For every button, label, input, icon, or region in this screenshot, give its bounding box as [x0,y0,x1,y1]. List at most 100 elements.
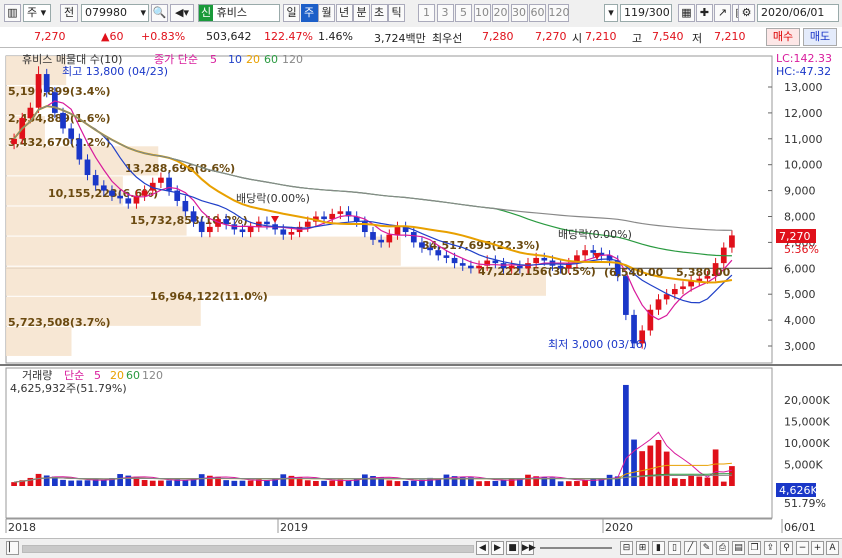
chart-area[interactable]: 5,199,899(3.4%)2,454,889(1.6%)3,432,670(… [0,48,842,538]
chart-type-select[interactable]: 주 ▾ [23,4,51,22]
copy-icon[interactable]: ❐ [748,541,761,555]
chevron-down-icon: ▾ [140,6,146,19]
sell-button[interactable]: 매도 [803,28,837,46]
volume-bar [394,481,401,486]
table-icon[interactable]: ▤ [732,541,745,555]
interval-3-button[interactable]: 3 [436,4,454,22]
plus-icon[interactable]: + [811,541,824,555]
price-tick-label: 5,000 [784,288,816,301]
profile-label: 16,964,122(11.0%) [150,290,268,303]
interval-1-button[interactable]: 1 [418,4,435,22]
volume-tick-label: 20,000K [784,394,830,407]
sound-icon[interactable]: ◀▾ [170,4,194,22]
volume-bar [149,480,156,486]
buy-button[interactable]: 매수 [766,28,800,46]
price-axis: 13,00012,00011,00010,0009,0008,0007,0006… [784,81,823,353]
play-back-button[interactable]: ▶ [491,541,504,555]
zoom-out-icon[interactable]: ⊟ [620,541,633,555]
settings-icon[interactable]: ⚙ [738,4,755,22]
text-size-icon[interactable]: A [826,541,839,555]
candle-body [443,255,450,258]
low-label: 저 [692,32,703,45]
crosshair-icon[interactable]: ✚ [696,4,713,22]
volume-bar [410,480,417,486]
line-icon[interactable]: ╱ [684,541,697,555]
volume-bar [100,480,107,486]
scrollbar[interactable] [22,545,474,553]
find-icon[interactable]: ⚲ [780,541,793,555]
candle-body [729,235,735,248]
draw-icon[interactable]: ✎ [700,541,713,555]
zoom-slider[interactable] [540,547,612,549]
date-field[interactable]: 2020/06/01 [757,4,839,22]
interval-60-button[interactable]: 60 [529,4,546,22]
volume-legend-ma-5: 5 [94,369,101,382]
candle-body [280,229,287,235]
volume-bar [663,451,670,486]
print-icon[interactable]: ⎙ [716,541,729,555]
fast-forward-button[interactable]: ▶▶ [521,541,536,555]
trend-icon[interactable]: ↗ [714,4,731,22]
minus-icon[interactable]: − [796,541,809,555]
stock-code-input[interactable]: 079980 ▾ [81,4,149,22]
period-5-button[interactable]: 초 [370,4,388,22]
search-icon[interactable]: 🔍 [151,4,168,22]
period-6-button[interactable]: 틱 [388,4,405,22]
interval-30-button[interactable]: 30 [510,4,528,22]
period-2-button[interactable]: 월 [318,4,335,22]
volume-bar [557,481,564,486]
candle-body [394,226,401,235]
candle-body [247,226,254,233]
interval-10-button[interactable]: 10 [473,4,491,22]
menu-icon[interactable]: ▥ [4,4,21,22]
scrollbar-thumb[interactable] [23,546,473,552]
date-value: 2020/06/01 [761,6,825,19]
candle-body [158,177,164,183]
interval-20-button[interactable]: 20 [492,4,509,22]
fit-icon[interactable]: ⊞ [636,541,649,555]
interval-120-button[interactable]: 120 [547,4,570,22]
candle-body [182,200,189,212]
volume-bar [313,480,319,486]
prev-button[interactable]: 전 [60,4,78,22]
candle-body [206,226,213,233]
candle-body [76,138,83,160]
candle-body [84,159,91,176]
candle-body [141,190,148,196]
best-quote-label: 최우선 [432,32,463,45]
period-1-button[interactable]: 주 [300,4,318,22]
volume-bar [166,480,172,486]
x-tick-label: 2020 [605,521,633,534]
dividend-note-2: 배당락(0.00%) [558,228,632,241]
candle-body [60,112,66,129]
grid-icon[interactable]: ▦ [678,4,695,22]
high-label: 고 [632,32,643,45]
volume-bar [11,482,17,486]
price-tick-label: 10,000 [784,159,823,172]
price-legend-ma-label: 종가 단순 [154,53,198,66]
candle-icon[interactable]: ▮ [652,541,665,555]
period-0-button[interactable]: 일 [283,4,300,22]
price-tick-label: 11,000 [784,133,823,146]
stop-button[interactable]: ■ [506,541,519,555]
candle-body [557,265,564,269]
count-field[interactable]: 119/300 [620,4,672,22]
candle-body [288,232,295,235]
stock-name-field[interactable]: 신 휴비스 [198,4,280,22]
scroll-left-edge[interactable]: ▏ [6,541,19,555]
volume-bar [361,474,368,486]
x-tick-label: 2018 [8,521,36,534]
count-chevron-icon[interactable]: ▾ [604,4,618,22]
period-4-button[interactable]: 분 [353,4,370,22]
price-legend-ma-10: 10 [228,53,242,66]
period-3-button[interactable]: 년 [335,4,353,22]
volume-legend-ma-120: 120 [142,369,163,382]
price-tick-label: 6,000 [784,262,816,275]
bar-icon[interactable]: ▯ [668,541,681,555]
export-icon[interactable]: ⇪ [764,541,777,555]
rewind-button[interactable]: ◀ [476,541,489,555]
volume-legend-name: 거래량 [22,369,52,382]
interval-5-button[interactable]: 5 [455,4,472,22]
volume-bar [239,480,246,486]
volume-bar [639,451,646,486]
